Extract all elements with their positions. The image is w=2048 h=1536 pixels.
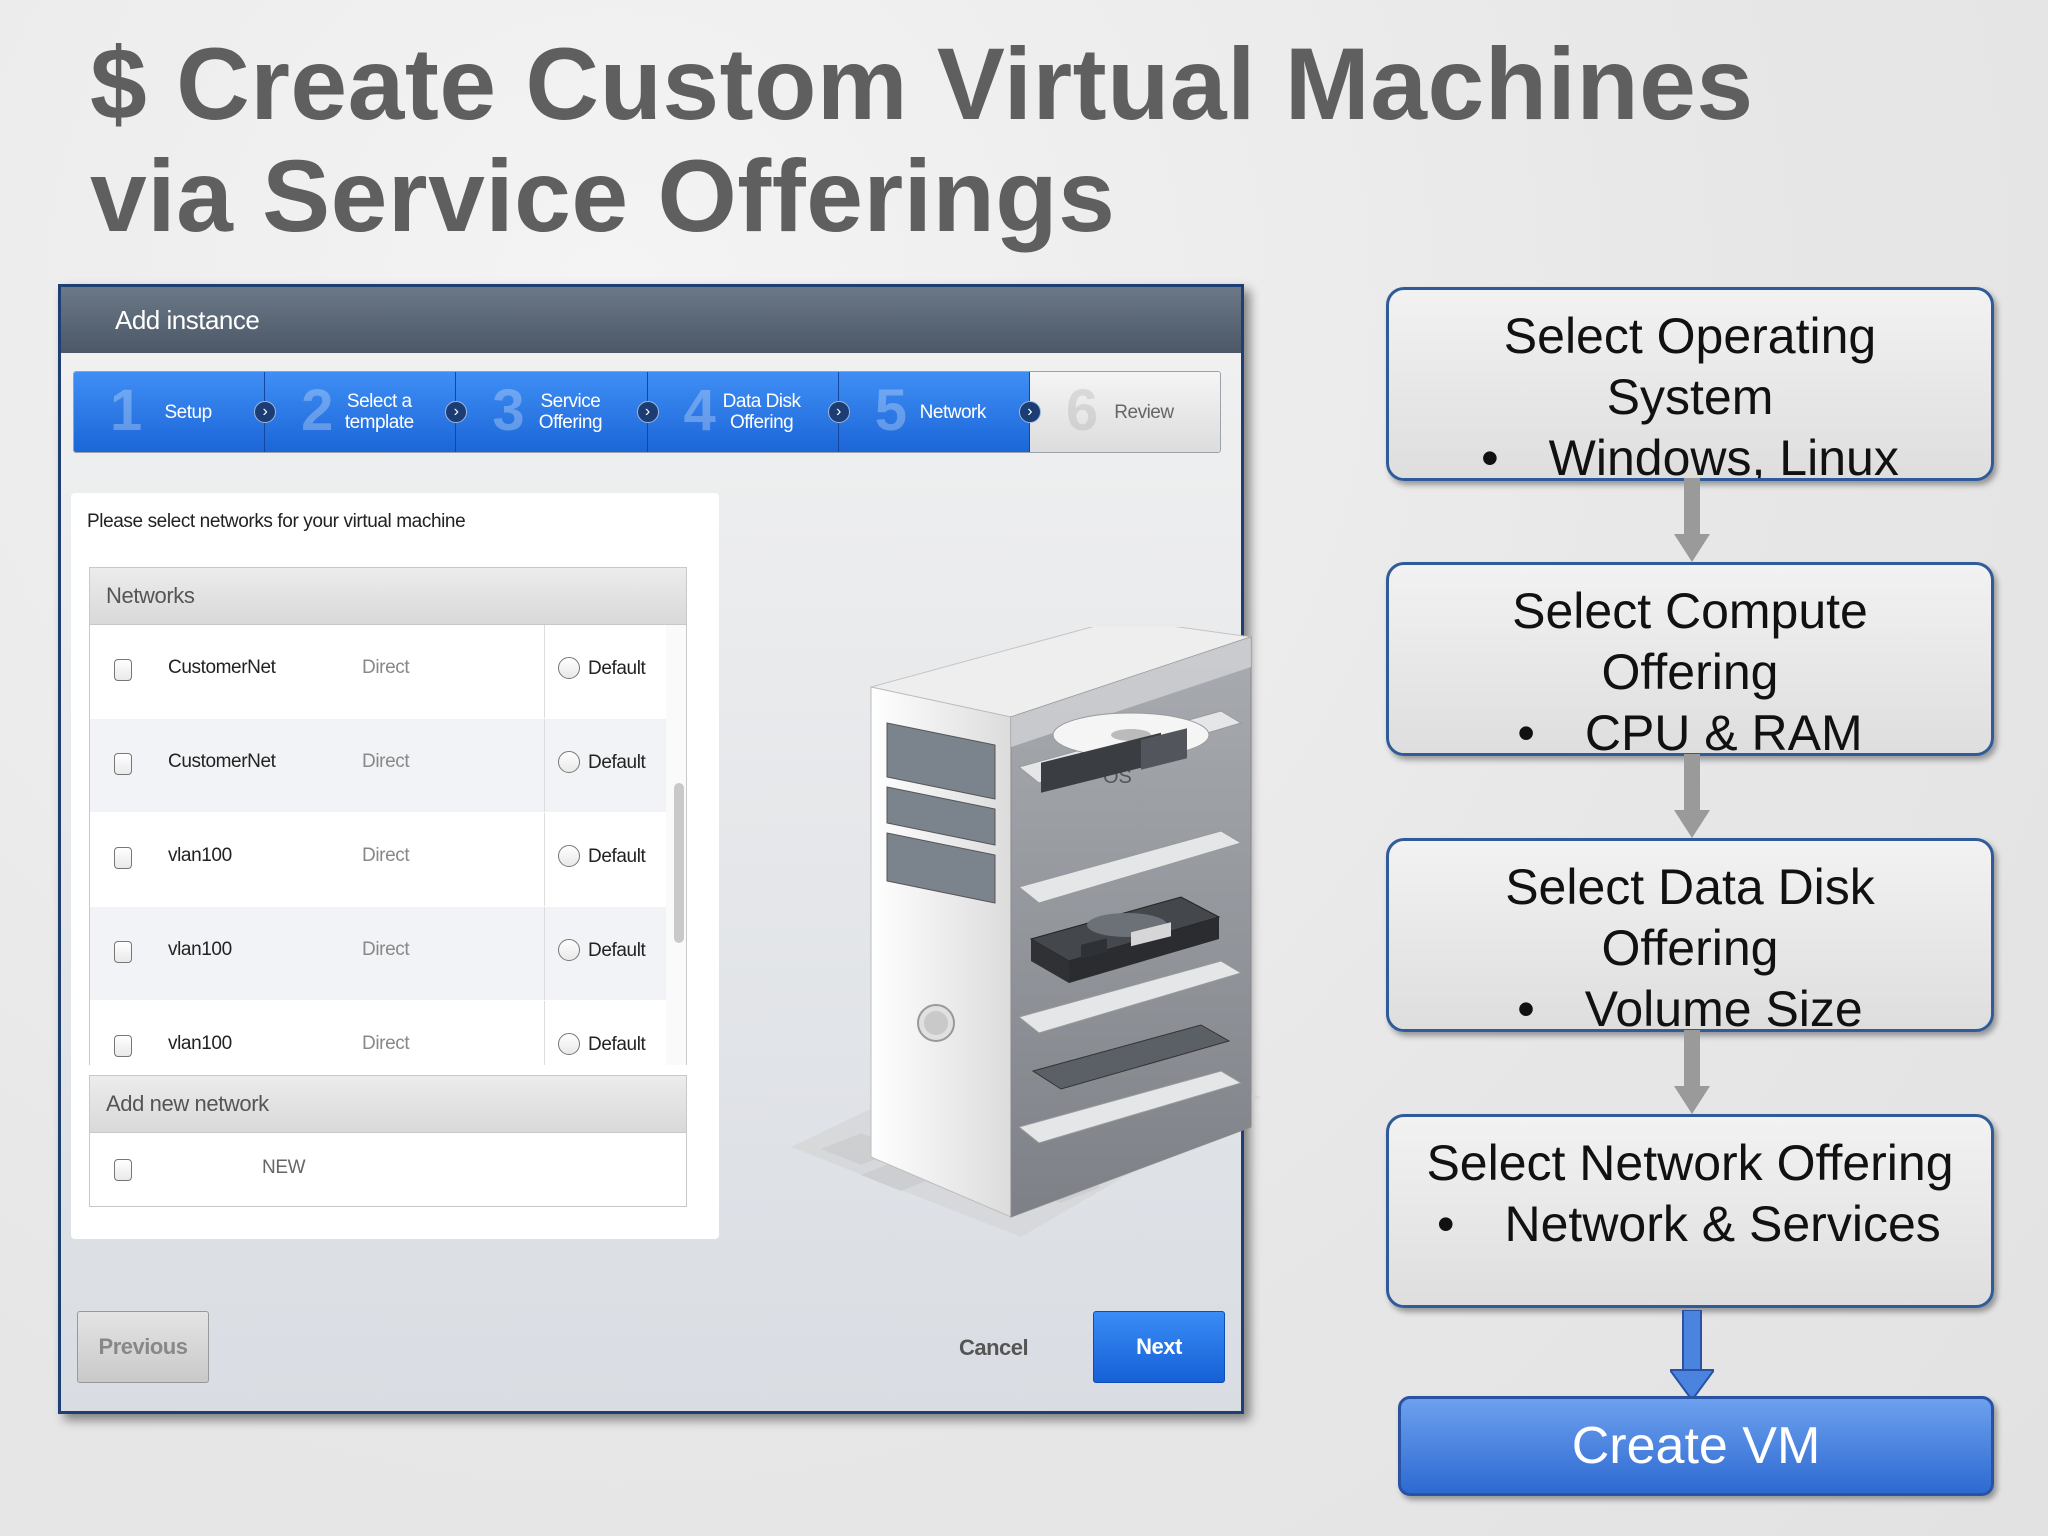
flow-line: Select Operating xyxy=(1503,308,1877,364)
previous-button[interactable]: Previous xyxy=(77,1311,209,1383)
networks-header: Networks xyxy=(89,567,687,625)
new-network-checkbox[interactable] xyxy=(114,1159,132,1181)
chevron-right-icon: › xyxy=(254,401,277,423)
step-label: Service Offering xyxy=(538,391,603,433)
step-label: Network xyxy=(919,401,987,423)
network-checkbox[interactable] xyxy=(114,1035,132,1057)
network-name: vlan100 xyxy=(168,1033,232,1054)
flow-step-compute-offering: Select Compute Offering CPU & RAM xyxy=(1386,562,1994,756)
step-data-disk-offering[interactable]: 4 Data Disk Offering › xyxy=(647,372,850,452)
step-service-offering[interactable]: 3 Service Offering › xyxy=(456,372,659,452)
step-network[interactable]: 5 Network › xyxy=(838,372,1041,452)
step-setup[interactable]: 1 Setup › xyxy=(74,372,277,452)
step-number: 3 xyxy=(492,378,525,443)
next-button[interactable]: Next xyxy=(1093,1311,1225,1383)
network-name: CustomerNet xyxy=(168,657,276,678)
step-label: Review xyxy=(1114,401,1174,423)
new-network-row: NEW xyxy=(89,1133,687,1207)
arrow-down-icon xyxy=(1674,754,1710,838)
network-row: vlan100 Direct Default xyxy=(90,1001,666,1065)
add-instance-dialog: Add instance 1 Setup › 2 Select a templa… xyxy=(58,284,1261,1414)
column-divider xyxy=(544,1001,545,1065)
flow-step-data-disk-offering: Select Data Disk Offering Volume Size xyxy=(1386,838,1994,1032)
slide-title: $ Create Custom Virtual Machines via Ser… xyxy=(90,28,1950,252)
flow-line: Select Network Offering xyxy=(1426,1135,1954,1191)
server-tower-illustration: OS xyxy=(791,627,1261,1237)
network-name: CustomerNet xyxy=(168,751,276,772)
flow-bullet: Network & Services xyxy=(1389,1194,1991,1255)
network-checkbox[interactable] xyxy=(114,941,132,963)
scrollbar-thumb[interactable] xyxy=(674,783,684,943)
step-label: Select a template xyxy=(344,391,414,433)
step-review[interactable]: 6 Review xyxy=(1029,372,1220,452)
step-label: Setup xyxy=(164,401,213,423)
dialog-title: Add instance xyxy=(61,287,1241,353)
network-row: CustomerNet Direct Default xyxy=(90,625,666,719)
new-network-label: NEW xyxy=(262,1157,306,1178)
flow-step-select-os: Select Operating System Windows, Linux xyxy=(1386,287,1994,481)
default-radio[interactable] xyxy=(558,657,580,679)
column-divider xyxy=(544,625,545,718)
default-label: Default xyxy=(588,658,646,679)
network-type: Direct xyxy=(362,1033,410,1054)
network-checkbox[interactable] xyxy=(114,753,132,775)
network-row: vlan100 Direct Default xyxy=(90,907,666,1001)
flow-line: Select Compute xyxy=(1512,583,1868,639)
chevron-right-icon: › xyxy=(636,401,659,423)
flow-step-network-offering: Select Network Offering Network & Servic… xyxy=(1386,1114,1994,1308)
column-divider xyxy=(544,813,545,906)
step-number: 5 xyxy=(874,378,907,443)
default-radio[interactable] xyxy=(558,845,580,867)
step-label: Data Disk Offering xyxy=(722,391,801,433)
default-label: Default xyxy=(588,940,646,961)
default-label: Default xyxy=(588,752,646,773)
flow-bullet: Windows, Linux xyxy=(1389,428,1991,478)
column-divider xyxy=(544,719,545,812)
chevron-right-icon: › xyxy=(1018,401,1041,423)
default-label: Default xyxy=(588,846,646,867)
arrow-down-icon xyxy=(1670,1310,1714,1400)
slide-title-line-1: $ Create Custom Virtual Machines xyxy=(90,27,1754,141)
network-row: vlan100 Direct Default xyxy=(90,813,666,907)
network-list: CustomerNet Direct Default CustomerNet D… xyxy=(89,625,687,1065)
network-type: Direct xyxy=(362,939,410,960)
step-select-template[interactable]: 2 Select a template › xyxy=(265,372,468,452)
network-name: vlan100 xyxy=(168,939,232,960)
chevron-right-icon: › xyxy=(827,401,850,423)
slide-title-line-2: via Service Offerings xyxy=(90,139,1116,253)
flow-line: Select Data Disk xyxy=(1505,859,1875,915)
add-network-header: Add new network xyxy=(89,1075,687,1133)
network-type: Direct xyxy=(362,657,410,678)
step-number: 2 xyxy=(301,378,334,443)
default-radio[interactable] xyxy=(558,1033,580,1055)
flow-line: Offering xyxy=(1601,644,1779,700)
network-checkbox[interactable] xyxy=(114,659,132,681)
network-checkbox[interactable] xyxy=(114,847,132,869)
network-name: vlan100 xyxy=(168,845,232,866)
panel-instruction: Please select networks for your virtual … xyxy=(87,511,466,532)
default-label: Default xyxy=(588,1034,646,1055)
network-type: Direct xyxy=(362,751,410,772)
default-radio[interactable] xyxy=(558,751,580,773)
flow-line: Offering xyxy=(1601,920,1779,976)
cancel-button[interactable]: Cancel xyxy=(959,1335,1029,1361)
column-divider xyxy=(544,907,545,1000)
network-selection-panel: Please select networks for your virtual … xyxy=(71,493,719,1239)
step-number: 6 xyxy=(1065,378,1099,443)
wizard-stepper: 1 Setup › 2 Select a template › 3 Servic… xyxy=(73,371,1221,453)
arrow-down-icon xyxy=(1674,1030,1710,1114)
arrow-down-icon xyxy=(1674,478,1710,562)
step-number: 4 xyxy=(683,378,716,443)
network-row: CustomerNet Direct Default xyxy=(90,719,666,813)
step-number: 1 xyxy=(110,378,143,443)
create-vm-button[interactable]: Create VM xyxy=(1398,1396,1994,1496)
flow-line: System xyxy=(1606,369,1774,425)
network-type: Direct xyxy=(362,845,410,866)
default-radio[interactable] xyxy=(558,939,580,961)
flow-bullet: CPU & RAM xyxy=(1389,703,1991,753)
flow-bullet: Volume Size xyxy=(1389,979,1991,1029)
